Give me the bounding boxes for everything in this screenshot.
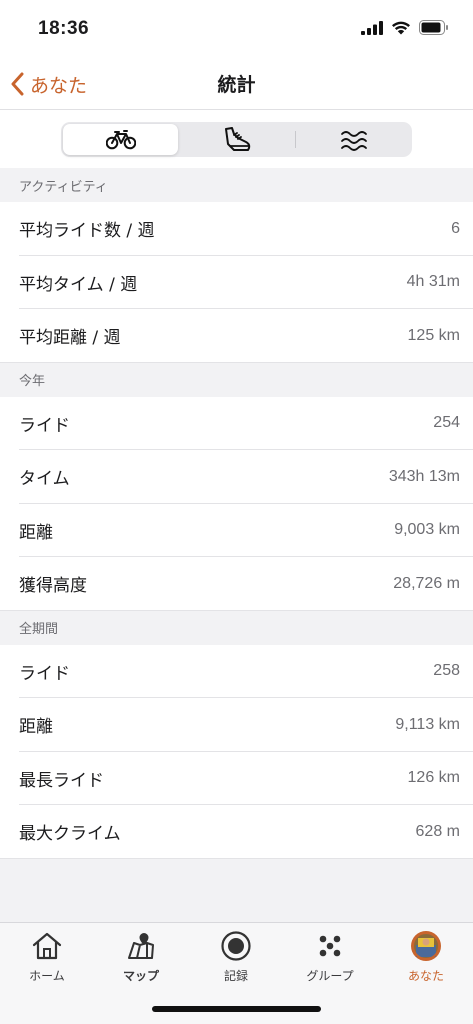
sport-segmented-control: [61, 122, 412, 157]
stat-value: 6: [451, 219, 460, 237]
tab-label: 記録: [223, 969, 248, 983]
stat-row-year-rides: ライド 254: [0, 396, 473, 450]
stat-row-avg-rides-per-week: 平均ライド数 / 週 6: [0, 202, 473, 256]
stat-row-year-elevation: 獲得高度 28,726 m: [0, 557, 473, 611]
page-title: 統計: [217, 74, 256, 96]
stat-row-avg-time-per-week: 平均タイム / 週 4h 31m: [0, 255, 473, 309]
stat-row-all-rides: ライド 258: [0, 644, 473, 698]
stat-row-longest-ride: 最長ライド 126 km: [0, 751, 473, 805]
shoe-icon: [224, 126, 250, 151]
wifi-icon: [392, 21, 410, 35]
stat-label: 平均距離 / 週: [19, 328, 121, 349]
stat-value: 254: [433, 414, 460, 432]
stat-value: 9,003 km: [394, 521, 460, 539]
stat-row-avg-distance-per-week: 平均距離 / 週 125 km: [0, 309, 473, 363]
stat-value: 126 km: [407, 769, 460, 787]
home-indicator: [152, 1006, 321, 1012]
stat-label: 距離: [19, 522, 53, 543]
battery-icon: [419, 20, 448, 35]
navigation-bar: あなた 統計: [0, 58, 473, 110]
stat-value: 4h 31m: [406, 273, 460, 291]
stat-label: ライド: [19, 663, 70, 684]
stat-row-all-distance: 距離 9,113 km: [0, 698, 473, 752]
segment-swim[interactable]: [297, 124, 412, 155]
stat-label: 最長ライド: [19, 770, 104, 791]
stat-label: 平均タイム / 週: [19, 274, 138, 295]
stat-row-year-distance: 距離 9,003 km: [0, 503, 473, 557]
tab-home[interactable]: ホーム: [0, 929, 94, 989]
stat-value: 28,726 m: [393, 574, 460, 592]
status-time: 18:36: [38, 18, 90, 39]
stat-label: 獲得高度: [19, 576, 87, 597]
segment-ride[interactable]: [63, 124, 178, 155]
stat-value: 258: [433, 662, 460, 680]
tab-map[interactable]: マップ: [94, 929, 188, 989]
cellular-signal-icon: [361, 20, 383, 35]
home-icon: [32, 932, 62, 960]
tab-groups[interactable]: グループ: [283, 929, 377, 989]
section-header-this-year: 今年: [0, 362, 473, 397]
tab-label: マップ: [122, 969, 159, 983]
stat-row-year-time: タイム 343h 13m: [0, 450, 473, 504]
stat-value: 125 km: [407, 326, 460, 344]
swim-icon: [340, 130, 367, 151]
avatar-icon: [411, 931, 441, 961]
stat-label: ライド: [19, 415, 70, 436]
status-icons: [361, 20, 449, 35]
tab-label: グループ: [306, 969, 354, 983]
stat-label: 平均ライド数 / 週: [19, 221, 155, 242]
status-bar: 18:36: [0, 0, 473, 58]
stat-value: 343h 13m: [388, 467, 460, 485]
stat-label: タイム: [19, 469, 70, 490]
stat-row-biggest-climb: 最大クライム 628 m: [0, 805, 473, 859]
bike-icon: [105, 129, 136, 149]
stat-label: 最大クライム: [19, 824, 121, 845]
group-icon: [319, 935, 341, 957]
section-header-activity: アクティビティ: [0, 168, 473, 202]
stat-label: 距離: [19, 717, 53, 738]
stat-value: 9,113 km: [395, 715, 460, 733]
tab-label: ホーム: [29, 969, 65, 983]
tab-label: あなた: [407, 969, 444, 983]
tab-you[interactable]: あなた: [379, 929, 473, 989]
stat-value: 628 m: [415, 822, 460, 840]
section-header-all-time: 全期間: [0, 610, 473, 645]
segment-divider: [295, 131, 296, 148]
sport-selector-container: [0, 110, 473, 168]
record-icon: [221, 931, 251, 961]
segment-run[interactable]: [179, 124, 294, 155]
tab-record[interactable]: 記録: [189, 929, 283, 989]
map-icon: [128, 933, 154, 959]
